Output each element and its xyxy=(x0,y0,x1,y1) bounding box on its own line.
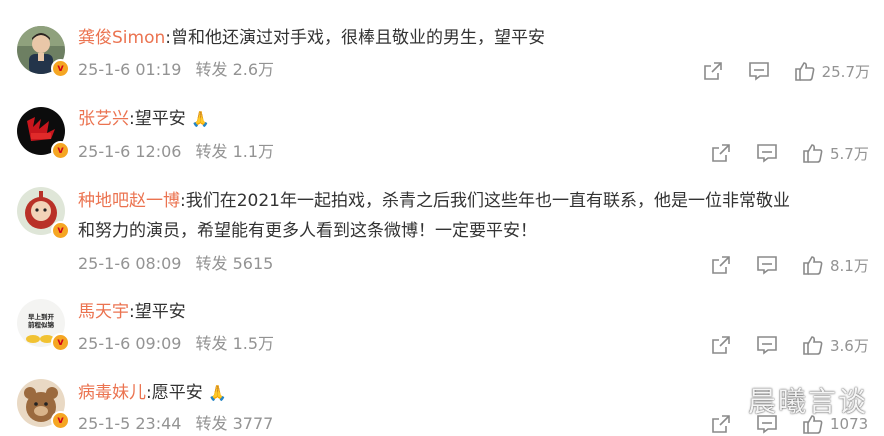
praying-hands-emoji: 🙏 xyxy=(208,384,227,402)
thumbs-up-icon[interactable] xyxy=(794,60,816,82)
verified-badge-icon: v xyxy=(51,411,70,430)
repost-count: 1.5万 xyxy=(232,334,275,353)
verified-badge-icon: v xyxy=(51,59,70,78)
username-link[interactable]: 张艺兴 xyxy=(78,109,129,129)
thumbs-up-icon[interactable] xyxy=(802,254,824,276)
like-count: 8.1万 xyxy=(830,256,869,275)
comment-icon[interactable] xyxy=(756,334,778,356)
praying-hands-emoji: 🙏 xyxy=(191,110,210,128)
share-icon[interactable] xyxy=(702,60,724,82)
username-link[interactable]: 病毒妹儿 xyxy=(78,383,146,403)
share-icon[interactable] xyxy=(710,334,732,356)
comment-date: 25-1-6 12:06 xyxy=(78,142,182,161)
avatar-caption: 前程似锦 xyxy=(28,320,55,329)
verified-badge-icon: v xyxy=(51,333,70,352)
comment-text: :望平安 xyxy=(129,302,186,322)
share-icon[interactable] xyxy=(710,254,732,276)
username-link[interactable]: 馬天宇 xyxy=(78,302,129,322)
comment-date: 25-1-5 23:44 xyxy=(78,414,182,433)
comment-date: 25-1-6 01:19 xyxy=(78,60,182,79)
comment-text: :愿平安 xyxy=(146,383,203,403)
repost-label[interactable]: 转发 xyxy=(195,414,227,433)
comment-text: :我们在2021年一起拍戏，杀青之后我们这些年也一直有联系，他是一位非常敬业 xyxy=(180,191,790,211)
comment-text: :望平安 xyxy=(129,109,186,129)
repost-count: 1.1万 xyxy=(232,142,275,161)
repost-label[interactable]: 转发 xyxy=(195,334,227,353)
like-count: 3.6万 xyxy=(830,336,869,355)
thumbs-up-icon[interactable] xyxy=(802,334,824,356)
share-icon[interactable] xyxy=(710,142,732,164)
repost-label[interactable]: 转发 xyxy=(195,142,227,161)
verified-badge-icon: v xyxy=(51,221,70,240)
share-icon[interactable] xyxy=(710,413,732,435)
username-link[interactable]: 龚俊Simon xyxy=(78,28,165,48)
comment-icon[interactable] xyxy=(748,60,770,82)
like-count: 5.7万 xyxy=(830,144,869,163)
repost-count: 3777 xyxy=(232,414,274,433)
thumbs-up-icon[interactable] xyxy=(802,142,824,164)
like-count: 25.7万 xyxy=(821,62,870,81)
avatar-caption: 早上到开 xyxy=(28,312,55,321)
watermark: 晨曦言谈 xyxy=(748,385,869,418)
comment-date: 25-1-6 08:09 xyxy=(78,254,182,273)
comment-icon[interactable] xyxy=(756,142,778,164)
repost-label[interactable]: 转发 xyxy=(195,254,227,273)
repost-label[interactable]: 转发 xyxy=(195,60,227,79)
comment-text: :曾和他还演过对手戏，很棒且敬业的男生，望平安 xyxy=(165,28,545,48)
username-link[interactable]: 种地吧赵一博 xyxy=(78,191,180,211)
repost-count: 5615 xyxy=(232,254,274,273)
comment-text-continued: 和努力的演员，希望能有更多人看到这条微博！一定要平安！ xyxy=(78,221,537,241)
verified-badge-icon: v xyxy=(51,141,70,160)
repost-count: 2.6万 xyxy=(232,60,275,79)
comment-icon[interactable] xyxy=(756,254,778,276)
comment-date: 25-1-6 09:09 xyxy=(78,334,182,353)
